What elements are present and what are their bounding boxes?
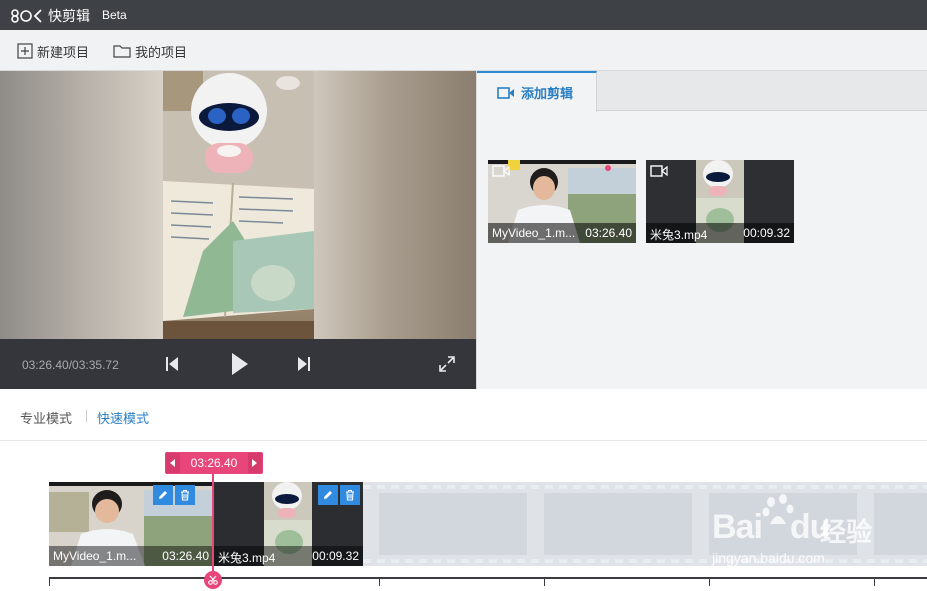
clip-caption: MyVideo_1.m... 03:26.40	[49, 546, 213, 566]
video-camera-icon	[492, 165, 510, 177]
preview-image	[163, 71, 314, 339]
trash-icon	[346, 489, 354, 501]
caret-right-icon	[252, 459, 257, 467]
timeline-ruler	[49, 577, 927, 579]
title-bar: 快剪辑 Beta	[0, 0, 927, 30]
mode-switch: 专业模式 快速模式	[0, 389, 927, 441]
edit-clip-button[interactable]	[318, 485, 338, 505]
timeline: MyVideo_1.m... 03:26.40 米兔3.mp4 00:09.32	[0, 441, 927, 591]
app-logo-icon	[11, 9, 42, 23]
media-name: 米兔3.mp4	[650, 228, 708, 242]
clip-name: MyVideo_1.m...	[53, 549, 137, 563]
video-camera-icon	[497, 86, 514, 99]
play-icon[interactable]	[229, 352, 249, 376]
media-caption: 米兔3.mp4 00:09.32	[646, 223, 794, 243]
media-panel: 添加剪辑 MyVideo_1.m... 03:26.40 米兔3.mp4 00:…	[476, 71, 927, 389]
tab-add-clip[interactable]: 添加剪辑	[477, 71, 597, 112]
ruler-tick	[874, 578, 875, 586]
ruler-tick	[379, 578, 380, 586]
split-button[interactable]	[204, 571, 222, 589]
trash-icon	[181, 489, 189, 501]
time-readout: 03:26.40/03:35.72	[22, 358, 119, 372]
edit-clip-button[interactable]	[153, 485, 173, 505]
timeline-clip-myvideo[interactable]: MyVideo_1.m... 03:26.40	[49, 482, 213, 566]
clip-name: 米兔3.mp4	[218, 551, 276, 565]
video-frame	[163, 71, 314, 339]
playhead-time: 03:26.40	[190, 456, 238, 470]
fullscreen-icon[interactable]	[438, 355, 456, 373]
pencil-icon	[159, 491, 167, 499]
player-controls: 03:26.40/03:35.72	[0, 339, 476, 389]
mode-divider	[86, 410, 87, 422]
video-player: 03:26.40/03:35.72	[0, 71, 476, 389]
media-tab-bar: 添加剪辑	[477, 71, 927, 112]
ruler-tick	[49, 578, 50, 586]
media-name: MyVideo_1.m...	[492, 226, 576, 240]
new-project-label: 新建项目	[37, 45, 90, 61]
my-projects-label: 我的项目	[135, 45, 188, 61]
media-item-myvideo[interactable]: MyVideo_1.m... 03:26.40	[488, 160, 636, 243]
scissors-icon	[208, 575, 218, 585]
mode-quick[interactable]: 快速模式	[97, 408, 149, 427]
pencil-icon	[324, 491, 332, 499]
clip-duration: 00:09.32	[312, 549, 359, 563]
media-duration: 03:26.40	[585, 226, 632, 240]
delete-clip-button[interactable]	[175, 485, 195, 505]
tab-add-clip-label: 添加剪辑	[521, 87, 574, 102]
my-projects-button[interactable]: 我的项目	[113, 42, 188, 61]
media-item-mitu[interactable]: 米兔3.mp4 00:09.32	[646, 160, 794, 243]
delete-clip-button[interactable]	[340, 485, 360, 505]
caret-left-icon	[170, 459, 175, 467]
timeline-clip-mitu[interactable]: 米兔3.mp4 00:09.32	[214, 482, 363, 566]
mode-pro[interactable]: 专业模式	[20, 408, 72, 427]
plus-box-icon	[17, 43, 33, 59]
folder-icon	[113, 45, 131, 58]
playhead-line[interactable]	[212, 474, 214, 580]
playhead-badge[interactable]: 03:26.40	[165, 452, 263, 474]
app-beta-badge: Beta	[102, 8, 127, 22]
new-project-button[interactable]: 新建项目	[17, 42, 90, 61]
video-preview[interactable]	[0, 71, 476, 339]
timeline-empty-track	[363, 482, 927, 566]
media-caption: MyVideo_1.m... 03:26.40	[488, 223, 636, 243]
toolbar: 新建项目 我的项目	[0, 30, 927, 71]
next-frame-icon[interactable]	[296, 355, 312, 373]
video-camera-icon	[650, 165, 668, 177]
playhead-left-button[interactable]	[166, 453, 180, 473]
media-duration: 00:09.32	[743, 226, 790, 240]
clip-caption: 米兔3.mp4 00:09.32	[214, 546, 363, 566]
previous-frame-icon[interactable]	[164, 355, 180, 373]
clip-duration: 03:26.40	[162, 549, 209, 563]
playhead-right-button[interactable]	[248, 453, 262, 473]
ruler-tick	[544, 578, 545, 586]
app-name: 快剪辑	[48, 9, 90, 25]
ruler-tick	[709, 578, 710, 586]
